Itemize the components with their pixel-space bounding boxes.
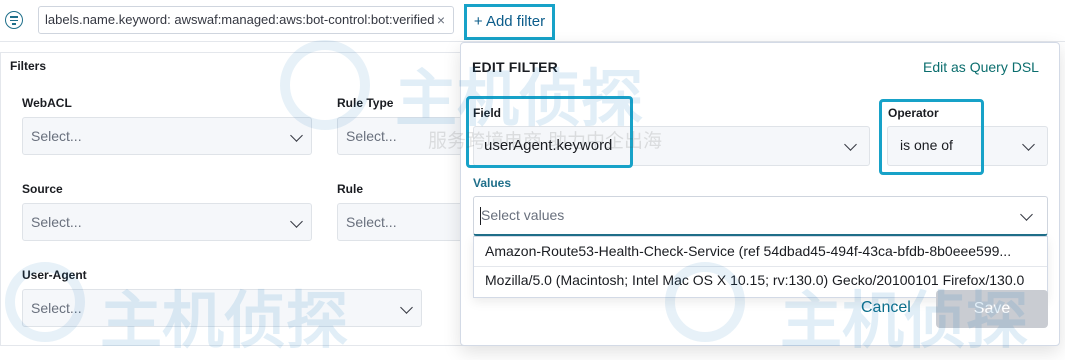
watermark-logo bbox=[665, 262, 745, 342]
watermark-brand: 主机侦探 bbox=[395, 62, 644, 135]
values-placeholder: Select values bbox=[481, 207, 565, 223]
chevron-down-icon bbox=[1020, 208, 1033, 221]
rule-select[interactable]: Select... bbox=[337, 203, 467, 241]
chevron-down-icon bbox=[290, 129, 303, 142]
chevron-down-icon bbox=[1022, 138, 1035, 151]
value-option[interactable]: Amazon-Route53-Health-Check-Service (ref… bbox=[485, 243, 1040, 259]
add-filter-button[interactable]: + Add filter bbox=[464, 4, 555, 40]
option-divider bbox=[474, 266, 1047, 267]
watermark-brand: 主机侦探 bbox=[780, 284, 1029, 357]
source-select[interactable]: Select... bbox=[22, 203, 312, 241]
chevron-down-icon bbox=[290, 215, 303, 228]
rule-placeholder: Select... bbox=[346, 214, 397, 230]
webacl-placeholder: Select... bbox=[31, 128, 82, 144]
edit-as-query-dsl-link[interactable]: Edit as Query DSL bbox=[923, 59, 1039, 75]
watermark-logo bbox=[5, 262, 85, 342]
filters-panel-title: Filters bbox=[10, 59, 47, 73]
rule-label: Rule bbox=[337, 182, 364, 196]
remove-filter-icon[interactable]: × bbox=[437, 7, 445, 33]
webacl-select[interactable]: Select... bbox=[22, 117, 312, 155]
source-label: Source bbox=[22, 182, 63, 196]
values-label: Values bbox=[473, 176, 512, 190]
chevron-down-icon bbox=[844, 138, 857, 151]
watermark-logo bbox=[280, 40, 370, 130]
rule-type-placeholder: Select... bbox=[346, 128, 397, 144]
watermark-slogan: 服务跨境电商 助力中企出海 bbox=[428, 130, 663, 152]
active-filter-text: labels.name.keyword: awswaf:managed:aws:… bbox=[45, 12, 435, 27]
source-placeholder: Select... bbox=[31, 214, 82, 230]
chevron-down-icon bbox=[400, 301, 413, 314]
operator-highlight bbox=[879, 99, 984, 175]
filter-menu-icon[interactable] bbox=[5, 11, 23, 29]
active-filter-pill[interactable]: labels.name.keyword: awswaf:managed:aws:… bbox=[38, 6, 454, 34]
webacl-label: WebACL bbox=[22, 96, 72, 110]
watermark-brand: 主机侦探 bbox=[100, 284, 349, 357]
